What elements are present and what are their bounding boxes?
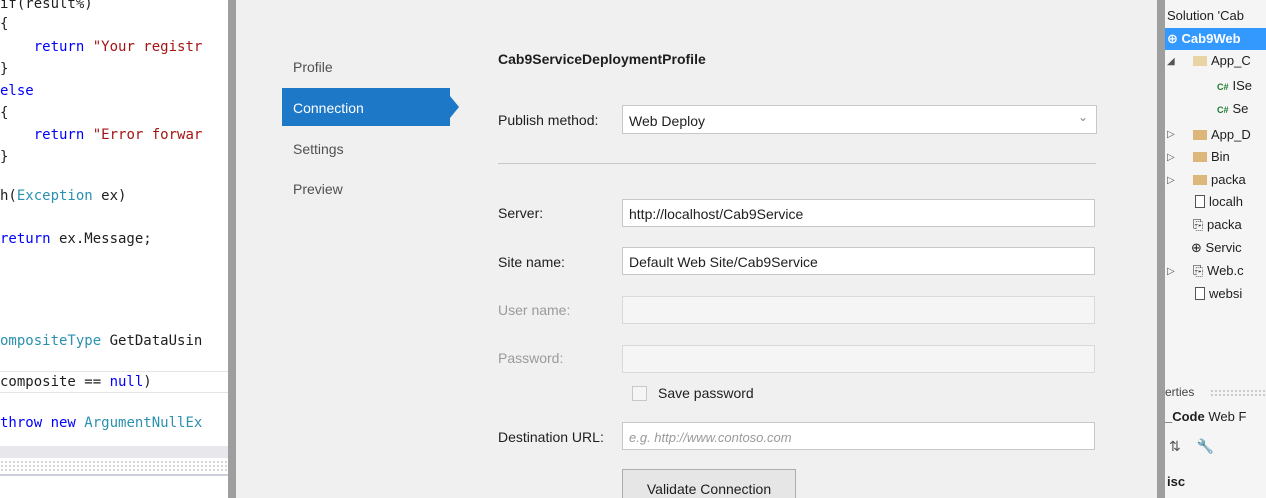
password-label: Password: xyxy=(498,350,564,366)
sort-alphabetical-icon[interactable]: ⇅ xyxy=(1169,438,1181,454)
code-line: return ex.Message; xyxy=(0,231,152,247)
collapsed-arrow-icon[interactable]: ▷ xyxy=(1167,175,1175,186)
tree-item-folder[interactable]: Bin xyxy=(1193,146,1230,168)
code-editor[interactable]: if(result%) { return "Your registr } els… xyxy=(0,0,228,498)
tree-item-file[interactable]: ⎘ packa xyxy=(1193,214,1242,236)
validate-connection-button[interactable]: Validate Connection xyxy=(622,469,796,498)
tree-item-label: App_D xyxy=(1211,127,1251,142)
solution-explorer: Solution 'Cab ⊕ Cab9Web ◢ App_C C# ISe C#… xyxy=(1165,0,1266,498)
properties-object-name: _Code xyxy=(1165,409,1205,424)
tree-item-project[interactable]: ⊕ Cab9Web xyxy=(1165,28,1266,50)
profile-title: Cab9ServiceDeploymentProfile xyxy=(498,51,706,67)
user-name-label: User name: xyxy=(498,302,571,318)
panel-divider xyxy=(0,474,228,476)
solution-node[interactable]: Solution 'Cab xyxy=(1167,8,1244,23)
destination-url-input[interactable]: e.g. http://www.contoso.com xyxy=(622,422,1095,450)
server-input[interactable]: http://localhost/Cab9Service xyxy=(622,199,1095,227)
nav-active-arrow xyxy=(450,96,459,118)
tree-item-label: packa xyxy=(1211,172,1246,187)
code-line: return "Error forwar xyxy=(33,127,203,143)
folder-icon xyxy=(1193,175,1207,185)
publish-method-select[interactable]: Web Deploy ⌄ xyxy=(622,105,1097,134)
tree-item-folder[interactable]: packa xyxy=(1193,169,1246,191)
tree-item-label: App_C xyxy=(1211,53,1251,68)
csharp-file-icon: C# xyxy=(1217,82,1229,92)
save-password-checkbox[interactable] xyxy=(632,386,647,401)
properties-panel-title: erties xyxy=(1165,385,1195,399)
expanded-arrow-icon[interactable]: ◢ xyxy=(1167,56,1175,67)
code-line: composite == null) xyxy=(0,374,152,390)
code-line: throw new ArgumentNullEx xyxy=(0,415,203,431)
tree-item-label: packa xyxy=(1207,217,1242,232)
collapsed-arrow-icon[interactable]: ▷ xyxy=(1167,266,1175,277)
tree-item-label: Web.c xyxy=(1207,263,1244,278)
save-password-label[interactable]: Save password xyxy=(658,385,754,401)
properties-object-type: Web F xyxy=(1204,409,1247,424)
tree-item-file[interactable]: C# Se xyxy=(1217,98,1248,120)
code-line: ompositeType GetDataUsin xyxy=(0,333,203,349)
tree-item-folder[interactable]: App_D xyxy=(1193,124,1251,146)
properties-toolbar: ⇅ 🔧 xyxy=(1169,438,1214,455)
chevron-down-icon: ⌄ xyxy=(1077,110,1088,124)
properties-category: isc xyxy=(1167,474,1186,489)
tree-item-file[interactable]: ⎘ Web.c xyxy=(1193,260,1244,282)
csharp-file-icon: C# xyxy=(1217,105,1229,115)
web-file-icon xyxy=(1195,287,1205,300)
password-input[interactable] xyxy=(622,345,1095,373)
tree-item-label: ISe xyxy=(1232,78,1253,93)
publish-web-dialog: Profile Connection Settings Preview Cab9… xyxy=(228,0,1165,498)
nav-preview[interactable]: Preview xyxy=(293,181,343,197)
globe-icon: ⊕ xyxy=(1167,31,1178,46)
tree-item-file[interactable]: localh xyxy=(1195,191,1243,213)
tree-item-label: Bin xyxy=(1211,149,1230,164)
publish-method-value: Web Deploy xyxy=(629,113,706,129)
folder-open-icon xyxy=(1193,56,1207,66)
code-line: { xyxy=(0,105,9,121)
site-name-input[interactable]: Default Web Site/Cab9Service xyxy=(622,247,1095,275)
code-line: return "Your registr xyxy=(33,39,203,55)
panel-grip[interactable] xyxy=(0,460,228,472)
site-name-label: Site name: xyxy=(498,254,565,270)
nav-settings[interactable]: Settings xyxy=(293,141,344,157)
config-file-icon: ⎘ xyxy=(1193,263,1204,278)
tree-item-label: Cab9Web xyxy=(1181,31,1241,46)
section-divider xyxy=(498,163,1096,164)
tree-item-file[interactable]: C# ISe xyxy=(1217,75,1252,97)
tree-item-file[interactable]: websi xyxy=(1195,283,1242,305)
code-line: } xyxy=(0,149,9,165)
tree-item-label: Se xyxy=(1232,101,1249,116)
publish-method-label: Publish method: xyxy=(498,112,599,128)
destination-url-label: Destination URL: xyxy=(498,429,604,445)
code-line: { xyxy=(0,16,9,32)
tree-item-file[interactable]: ⊕ Servic xyxy=(1191,237,1242,259)
code-line: else xyxy=(0,83,34,99)
tree-item-label: Servic xyxy=(1205,240,1242,255)
file-icon xyxy=(1195,195,1205,208)
horizontal-scrollbar[interactable] xyxy=(0,446,228,458)
nav-profile[interactable]: Profile xyxy=(293,59,333,75)
service-icon: ⊕ xyxy=(1191,240,1202,255)
tree-item-label: websi xyxy=(1209,286,1243,301)
code-line: if(result%) xyxy=(0,0,93,12)
code-line: } xyxy=(0,61,9,77)
wrench-icon[interactable]: 🔧 xyxy=(1197,438,1214,454)
folder-icon xyxy=(1193,152,1207,162)
panel-grip[interactable] xyxy=(1210,389,1266,397)
user-name-input[interactable] xyxy=(622,296,1095,324)
collapsed-arrow-icon[interactable]: ▷ xyxy=(1167,152,1175,163)
tree-item-folder[interactable]: App_C xyxy=(1193,50,1251,72)
code-line: h(Exception ex) xyxy=(0,188,127,204)
collapsed-arrow-icon[interactable]: ▷ xyxy=(1167,129,1175,140)
folder-icon xyxy=(1193,130,1207,140)
properties-object-selector[interactable]: _Code Web F xyxy=(1165,409,1246,424)
tree-item-label: localh xyxy=(1209,194,1243,209)
config-file-icon: ⎘ xyxy=(1193,217,1204,232)
server-label: Server: xyxy=(498,205,544,221)
nav-connection[interactable]: Connection xyxy=(282,88,450,126)
